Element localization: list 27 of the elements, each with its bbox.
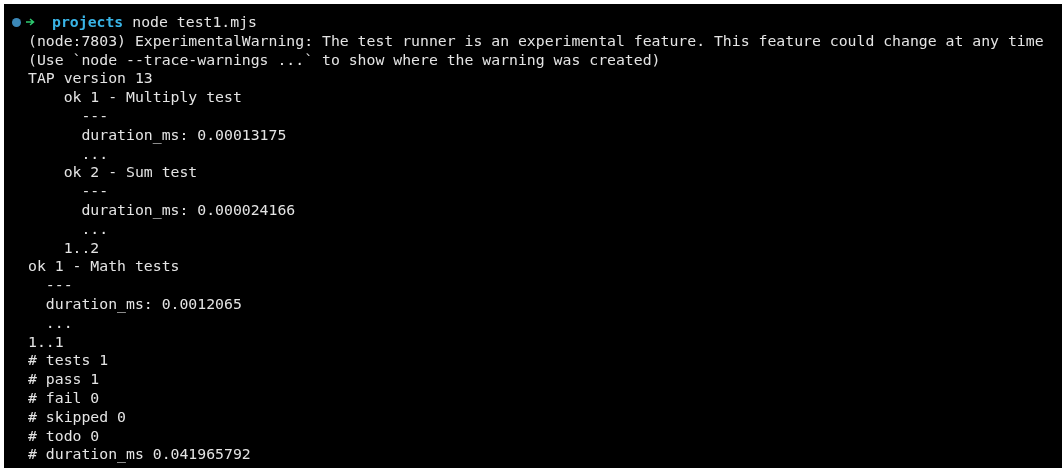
directory-name: projects (52, 13, 124, 32)
output-line: # skipped 0 (28, 407, 126, 427)
output-line: ok 2 - Sum test (62, 163, 198, 183)
output-line: ... (80, 219, 109, 239)
output-line: --- (80, 182, 109, 201)
output-line: --- (80, 107, 109, 126)
output-line: (Use `node --trace-warnings ...` to show where the warning was created) (28, 50, 661, 70)
arrow-icon (26, 18, 35, 27)
output-line: # todo 0 (28, 426, 100, 446)
output-line: duration_ms: 0.0012065 (44, 294, 242, 314)
output-line: duration_ms: 0.00013175 (80, 125, 287, 145)
output-line: # fail 0 (28, 388, 100, 408)
output-line: (node:7803) ExperimentalWarning: The test runner is an experimental feature. This feature could change at any time (28, 31, 1044, 51)
output-line: # tests 1 (28, 351, 109, 371)
output-line: TAP version 13 (28, 69, 153, 89)
output-line: 1..1 (28, 332, 64, 352)
output-line: ... (80, 144, 109, 164)
output-line: # duration_ms 0.041965792 (28, 445, 251, 465)
output-line: duration_ms: 0.000024166 (80, 200, 296, 220)
command-text: node test1.mjs (132, 13, 257, 32)
output-line: ... (44, 313, 73, 333)
output-line: ok 1 - Math tests (28, 257, 180, 277)
status-dot-icon (12, 17, 21, 27)
output-line: ok 1 - Multiply test (62, 88, 242, 107)
output-line: 1..2 (62, 238, 100, 258)
output-line: --- (44, 276, 73, 295)
output-line: # pass 1 (28, 370, 100, 389)
